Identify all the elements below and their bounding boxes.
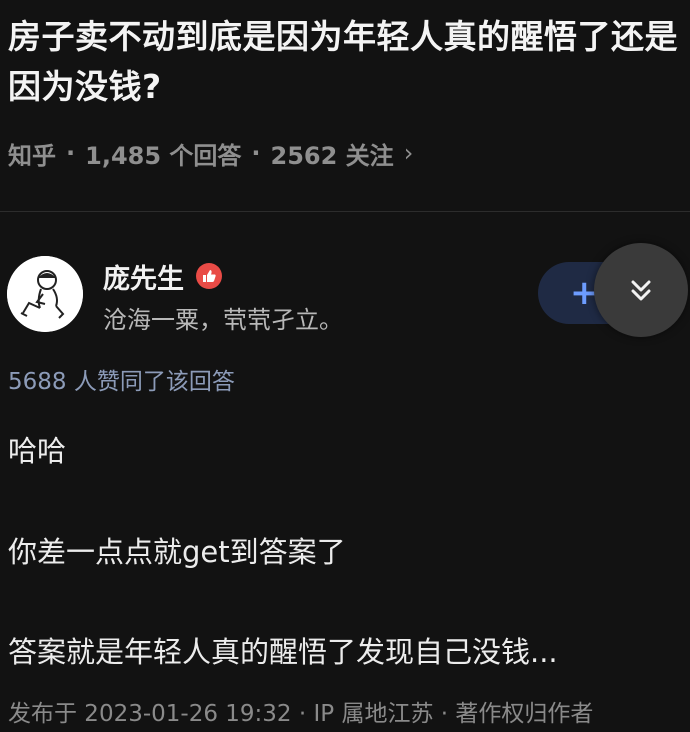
source-label: 知乎	[8, 141, 56, 170]
author-name-row[interactable]: 庞先生	[103, 256, 222, 296]
question-title[interactable]: 房子卖不动到底是因为年轻人真的醒悟了还是因为没钱?	[8, 12, 684, 112]
answer-paragraph: 答案就是年轻人真的醒悟了发现自己没钱...	[8, 635, 558, 669]
sketch-avatar-icon	[7, 256, 83, 332]
separator: ·	[66, 139, 76, 167]
followers-count: 2562 关注	[270, 141, 394, 170]
author-name[interactable]: 庞先生	[103, 257, 184, 296]
vote-summary: 5688 人赞同了该回答	[8, 369, 235, 395]
divider	[0, 211, 690, 212]
author-bio: 沧海一粟，茕茕孑立。	[103, 306, 343, 334]
thumbs-up-icon	[203, 270, 216, 282]
answer-paragraph: 哈哈	[8, 434, 67, 468]
thumbs-up-badge-icon	[196, 263, 222, 289]
avatar[interactable]	[7, 256, 83, 332]
answers-count: 1,485 个回答	[85, 141, 242, 170]
double-chevron-down-icon	[631, 280, 651, 301]
collapse-button[interactable]	[594, 243, 688, 337]
chevron-right-icon: ›	[403, 139, 414, 167]
answer-paragraph: 你差一点点就get到答案了	[8, 535, 346, 569]
question-meta[interactable]: 知乎 · 1,485 个回答 · 2562 关注 ›	[8, 133, 413, 173]
footer-meta: 发布于 2023-01-26 19:32 · IP 属地江苏 · 著作权归作者	[8, 701, 594, 727]
separator: ·	[251, 139, 261, 167]
